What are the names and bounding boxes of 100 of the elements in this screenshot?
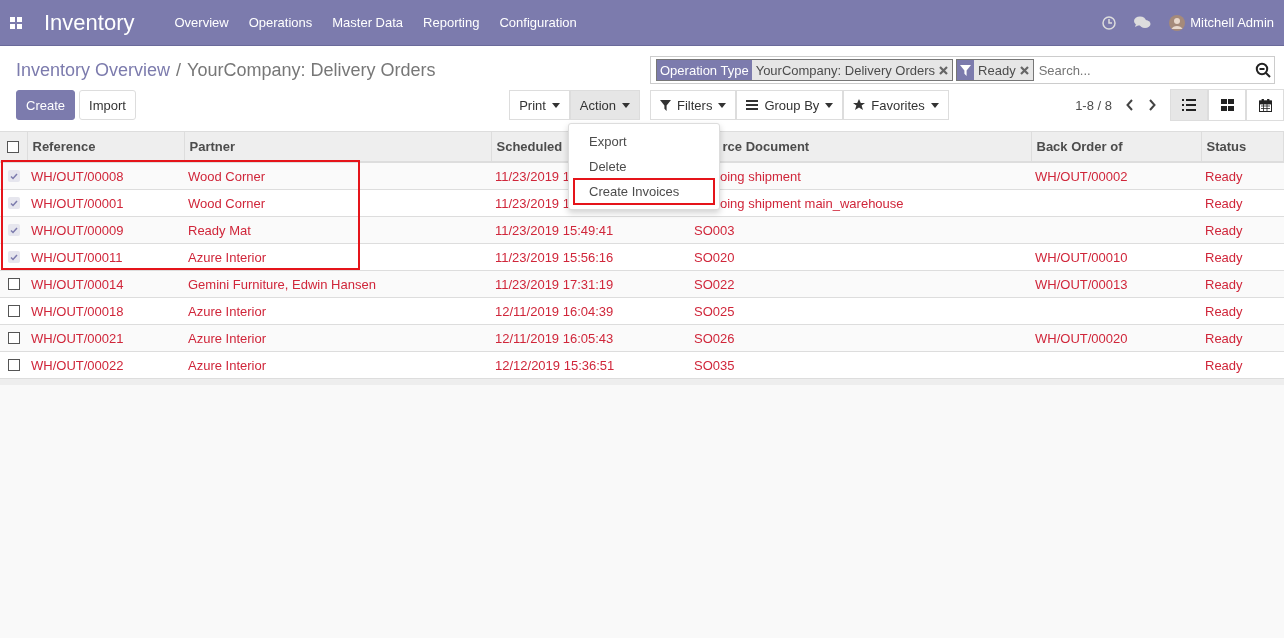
grid-view-icon — [1220, 99, 1234, 111]
table-cell: Ready — [1205, 276, 1243, 292]
search-option-button[interactable]: Group By — [736, 90, 844, 120]
table-cell-text: oing shipment main_warehouse — [719, 195, 904, 211]
table-cell: SO026 — [694, 330, 735, 346]
menu-item[interactable]: Overview — [164, 15, 239, 30]
search-option-button[interactable]: Favorites — [843, 90, 949, 120]
check-icon — [9, 199, 18, 207]
chat-icon[interactable] — [1134, 15, 1152, 30]
app-title: Inventory — [44, 9, 135, 36]
pager-value: 1-8 / 8 — [1075, 97, 1112, 113]
search-field[interactable]: Operation Type YourCompany: Delivery Orders Ready Search... — [650, 56, 1275, 84]
table-cell: SO003 — [694, 222, 735, 238]
table-cell: Ready — [1205, 330, 1243, 346]
facet-label: Operation Type — [657, 60, 752, 80]
table-cell: SO035 — [694, 357, 735, 373]
table-cell: 12/11/2019 16:05:43 — [495, 330, 614, 346]
table-cell: 11/23/2019 15:49:41 — [495, 222, 614, 238]
close-icon[interactable] — [939, 65, 949, 75]
table-cell: Wood Corner — [188, 168, 266, 184]
table-cell: Ready Mat — [188, 222, 251, 238]
menu-item[interactable]: Reporting — [413, 15, 490, 30]
caret-icon — [551, 102, 560, 108]
select-all-checkbox[interactable] — [7, 140, 20, 153]
table-cell: Azure Interior — [188, 357, 267, 373]
calendar-icon — [1258, 98, 1272, 112]
menu-item[interactable]: Operations — [238, 15, 323, 30]
breadcrumb-separator: / — [176, 59, 182, 81]
row-checkbox[interactable] — [7, 359, 20, 371]
chevron-right-icon[interactable] — [1148, 99, 1156, 111]
table-cell: 12/12/2019 15:36:51 — [495, 357, 615, 373]
table-cell: WH/OUT/00009 — [31, 222, 124, 238]
table-cell: Gemini Furniture, Edwin Hansen — [188, 276, 376, 292]
clock-icon[interactable] — [1102, 15, 1117, 30]
table-cell: WH/OUT/00020 — [1035, 330, 1128, 346]
view-switch-button[interactable] — [1246, 89, 1284, 121]
table-cell: Azure Interior — [188, 249, 267, 265]
column-header[interactable]: Reference — [27, 132, 184, 162]
star-icon — [853, 99, 866, 111]
row-checkbox[interactable] — [7, 224, 20, 236]
facet-value: Ready — [978, 62, 1016, 78]
table-cell: WH/OUT/00013 — [1035, 276, 1128, 292]
view-switch-button[interactable] — [1208, 89, 1246, 121]
table-cell: 11/23/2019 17:31:19 — [495, 276, 614, 292]
column-header[interactable]: Partner — [184, 132, 491, 162]
list-view-icon — [1182, 99, 1196, 111]
check-icon — [9, 226, 18, 234]
action-button[interactable]: Action — [569, 90, 640, 120]
import-button[interactable]: Import — [79, 90, 136, 120]
table-cell: 12/11/2019 16:04:39 — [495, 303, 614, 319]
menu-item[interactable]: Configuration — [489, 15, 587, 30]
table-cell: SO025 — [694, 303, 735, 319]
table-cell: Ready — [1205, 303, 1243, 319]
table-cell-text: oing shipment — [719, 168, 801, 184]
close-icon[interactable] — [1019, 65, 1029, 75]
menu-item[interactable]: Master Data — [322, 15, 414, 30]
table-cell: WH/OUT/00011 — [31, 249, 123, 265]
caret-icon — [825, 102, 834, 108]
row-checkbox[interactable] — [7, 170, 20, 182]
caret-icon — [622, 102, 630, 108]
table-cell: WH/OUT/00010 — [1035, 249, 1128, 265]
row-checkbox[interactable] — [7, 305, 20, 317]
table-cell: Azure Interior — [188, 330, 267, 346]
view-switch-button[interactable] — [1170, 89, 1208, 121]
table-cell: 11/23/2019 1 — [495, 195, 570, 211]
column-header[interactable]: Status — [1201, 132, 1284, 162]
print-button[interactable]: Print — [509, 90, 570, 120]
table-cell: Ready — [1205, 249, 1243, 265]
table-cell: SO020 — [694, 249, 735, 265]
table-cell: WH/OUT/00021 — [31, 330, 124, 346]
caret-icon — [930, 102, 939, 108]
column-header[interactable]: Back Order of — [1031, 132, 1201, 162]
breadcrumb-current: YourCompany: Delivery Orders — [187, 59, 436, 81]
table-cell: WH/OUT/00018 — [31, 303, 124, 319]
create-button[interactable]: Create — [16, 90, 76, 120]
chevron-left-icon[interactable] — [1126, 99, 1134, 111]
caret-icon — [718, 102, 727, 108]
row-checkbox[interactable] — [7, 251, 20, 263]
table-cell: WH/OUT/00008 — [31, 168, 124, 184]
user-name[interactable]: Mitchell Admin — [1190, 15, 1274, 30]
row-checkbox[interactable] — [7, 197, 20, 209]
dropdown-item[interactable]: Create Invoices — [574, 179, 714, 204]
row-checkbox[interactable] — [7, 332, 20, 344]
table-cell: WH/OUT/00002 — [1035, 168, 1128, 184]
table-cell: Ready — [1205, 195, 1243, 211]
filter-icon — [960, 64, 972, 76]
search-icon[interactable] — [1255, 62, 1271, 78]
filter-icon — [660, 99, 671, 111]
breadcrumb-link[interactable]: Inventory Overview — [16, 59, 171, 81]
table-cell: 11/23/2019 15:56:16 — [495, 249, 614, 265]
search-option-button[interactable]: Filters — [650, 90, 737, 120]
apps-icon[interactable] — [10, 16, 22, 29]
menu-icon — [746, 100, 759, 110]
table-cell: Wood Corner — [188, 195, 266, 211]
table-cell: Azure Interior — [188, 303, 267, 319]
facet-value: YourCompany: Delivery Orders — [755, 62, 936, 78]
check-icon — [9, 172, 18, 180]
check-icon — [9, 253, 18, 261]
row-checkbox[interactable] — [7, 278, 20, 290]
table-cell: Ready — [1205, 357, 1243, 373]
